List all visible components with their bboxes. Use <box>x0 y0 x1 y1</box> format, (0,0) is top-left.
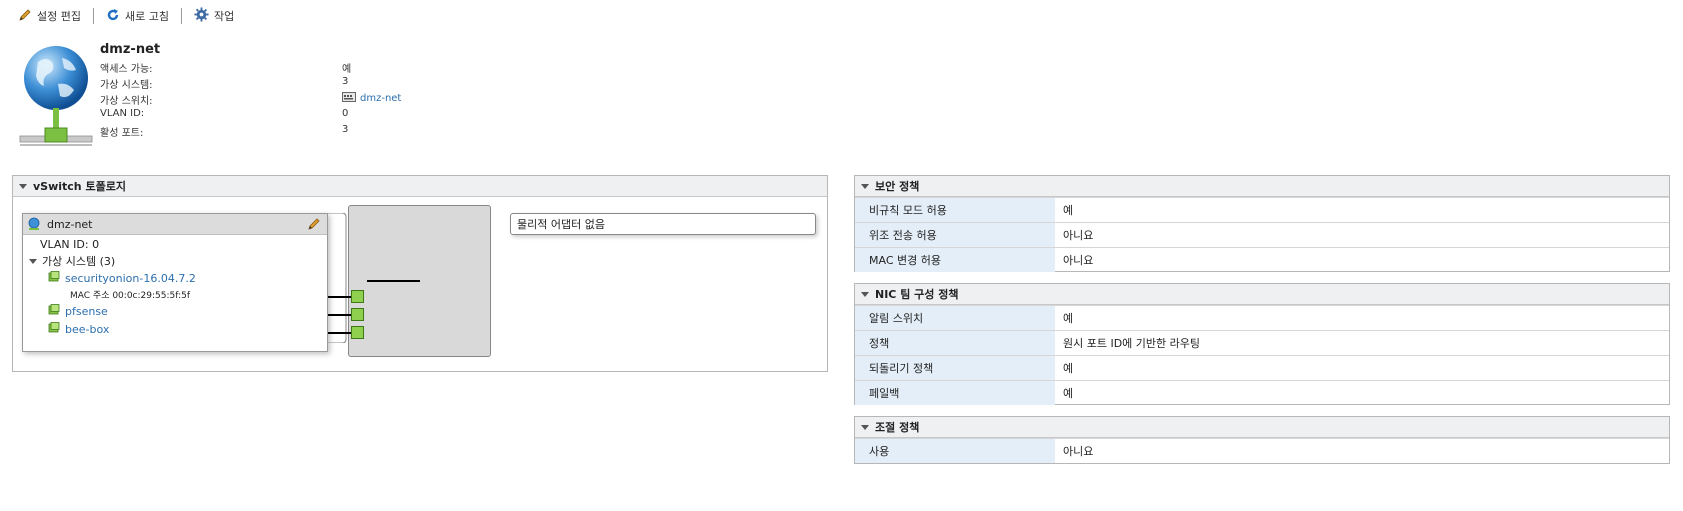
policy-value: 예 <box>1063 387 1074 400</box>
policy-key: 사용 <box>855 439 1055 463</box>
portgroup-vlan: VLAN ID: 0 <box>40 238 100 251</box>
actions-label: 작업 <box>213 10 235 23</box>
policy-row: 되돌리기 정책 예 <box>855 355 1669 380</box>
policy-key: 되돌리기 정책 <box>855 356 1055 380</box>
vms-group-label: 가상 시스템 (3) <box>42 255 116 268</box>
toolbar-divider <box>92 8 94 24</box>
vm-icon <box>48 304 60 319</box>
policy-row: MAC 변경 허용 아니요 <box>855 247 1669 272</box>
policy-key: 비규칙 모드 허용 <box>855 198 1055 222</box>
toolbar: 설정 편집 새로 고침 작업 <box>16 6 236 26</box>
network-globe-icon <box>18 44 94 154</box>
accessible-value: 예 <box>342 64 352 75</box>
policy-row: 위조 전송 허용 아니요 <box>855 222 1669 247</box>
collapse-caret-icon[interactable] <box>19 183 27 189</box>
virtual-switch-label: 가상 스위치: <box>100 96 153 107</box>
policy-row: 알림 스위치 예 <box>855 305 1669 330</box>
vms-caret-icon[interactable] <box>29 258 37 264</box>
shaping-policy-header[interactable]: 조절 정책 <box>855 417 1669 438</box>
vm-item[interactable]: pfsense <box>48 304 108 319</box>
virtual-switch-link[interactable]: dmz-net <box>342 92 401 105</box>
policy-value: 아니요 <box>1063 254 1094 267</box>
vm-icon <box>48 322 60 337</box>
edit-portgroup-pencil-icon[interactable] <box>307 217 321 234</box>
policy-value: 원시 포트 ID에 기반한 라우팅 <box>1063 337 1201 350</box>
policy-value: 예 <box>1063 312 1074 325</box>
vm-icon <box>48 271 60 286</box>
actions-button[interactable]: 작업 <box>192 7 236 25</box>
policy-row: 사용 아니요 <box>855 438 1669 463</box>
vm-mac-address: MAC 주소 00:0c:29:55:5f:5f <box>70 291 190 301</box>
policy-key: 알림 스위치 <box>855 306 1055 330</box>
policy-key: 위조 전송 허용 <box>855 223 1055 247</box>
policy-key: 페일백 <box>855 381 1055 405</box>
switch-icon <box>342 92 356 105</box>
vms-group-header[interactable]: 가상 시스템 (3) <box>29 253 115 269</box>
nic-teaming-panel: NIC 팀 구성 정책 알림 스위치 예 정책 원시 포트 ID에 기반한 라우… <box>854 283 1670 405</box>
virtual-switch-link-text[interactable]: dmz-net <box>360 93 401 104</box>
accessible-label: 액세스 가능: <box>100 64 153 75</box>
vm-link[interactable]: pfsense <box>65 305 108 318</box>
port-icon <box>351 326 364 339</box>
policy-row: 페일백 예 <box>855 380 1669 405</box>
security-policy-header[interactable]: 보안 정책 <box>855 176 1669 197</box>
collapse-caret-icon[interactable] <box>861 183 869 189</box>
active-ports-label: 활성 포트: <box>100 128 144 139</box>
policy-value: 예 <box>1063 204 1074 217</box>
policy-key: MAC 변경 허용 <box>855 248 1055 272</box>
no-physical-adapter-text: 물리적 어댑터 없음 <box>517 218 605 231</box>
security-policy-panel: 보안 정책 비규칙 모드 허용 예 위조 전송 허용 아니요 MAC 변경 허용… <box>854 175 1670 272</box>
portgroup-globe-icon <box>27 217 41 231</box>
virtual-machines-value: 3 <box>342 76 349 87</box>
refresh-button[interactable]: 새로 고침 <box>104 8 171 25</box>
refresh-icon <box>106 8 120 25</box>
portgroup-header: dmz-net <box>23 214 327 235</box>
page-title: dmz-net <box>100 42 161 57</box>
shaping-policy-title: 조절 정책 <box>875 421 920 434</box>
gear-icon <box>194 7 209 25</box>
toolbar-divider <box>180 8 182 24</box>
collapse-caret-icon[interactable] <box>861 291 869 297</box>
active-ports-value: 3 <box>342 124 349 135</box>
vm-link[interactable]: securityonion-16.04.7.2 <box>65 272 196 285</box>
refresh-label: 새로 고침 <box>124 10 169 23</box>
policy-value: 아니요 <box>1063 229 1094 242</box>
physical-adapter-box: 물리적 어댑터 없음 <box>510 213 816 235</box>
pencil-icon <box>18 8 32 25</box>
edit-settings-label: 설정 편집 <box>37 10 81 23</box>
nic-teaming-title: NIC 팀 구성 정책 <box>875 288 959 301</box>
topology-connectors <box>328 213 420 343</box>
topology-panel-header[interactable]: vSwitch 토폴로지 <box>13 176 827 197</box>
port-icon <box>351 290 364 303</box>
security-policy-title: 보안 정책 <box>875 180 920 193</box>
vm-item[interactable]: securityonion-16.04.7.2 <box>48 271 196 286</box>
vlan-id-label: VLAN ID: <box>100 108 145 119</box>
policy-key: 정책 <box>855 331 1055 355</box>
portgroup-name: dmz-net <box>47 217 93 231</box>
virtual-machines-label: 가상 시스템: <box>100 80 153 91</box>
collapse-caret-icon[interactable] <box>861 424 869 430</box>
edit-settings-button[interactable]: 설정 편집 <box>16 8 83 25</box>
port-icon <box>351 308 364 321</box>
topology-title: vSwitch 토폴로지 <box>33 180 126 193</box>
vm-link[interactable]: bee-box <box>65 323 109 336</box>
policy-row: 비규칙 모드 허용 예 <box>855 197 1669 222</box>
nic-teaming-header[interactable]: NIC 팀 구성 정책 <box>855 284 1669 305</box>
policy-row: 정책 원시 포트 ID에 기반한 라우팅 <box>855 330 1669 355</box>
policy-value: 아니요 <box>1063 445 1094 458</box>
shaping-policy-panel: 조절 정책 사용 아니요 <box>854 416 1670 464</box>
portgroup-card: dmz-net VLAN ID: 0 가상 시스템 (3) securityon… <box>22 213 328 352</box>
vlan-id-value: 0 <box>342 108 349 119</box>
policy-value: 예 <box>1063 362 1074 375</box>
vm-item[interactable]: bee-box <box>48 322 109 337</box>
